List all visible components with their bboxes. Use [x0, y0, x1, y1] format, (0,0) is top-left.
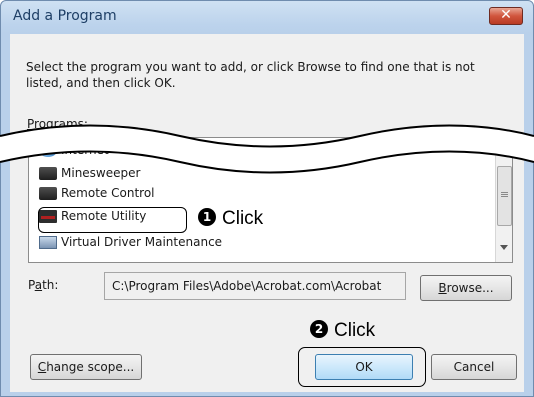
dialog-title: Add a Program: [13, 8, 117, 24]
break-wave-overlay: [0, 124, 534, 174]
step1-text: Click: [222, 208, 264, 229]
program-icon: [39, 187, 57, 200]
close-icon: ✕: [500, 7, 512, 23]
path-label: Path:: [28, 278, 59, 292]
instructions-text: Select the program you want to add, or c…: [26, 60, 475, 90]
title-bar: Add a Program ✕: [1, 1, 533, 34]
wave-fill: [0, 125, 534, 173]
step2-text: Click: [334, 320, 376, 341]
cancel-button[interactable]: Cancel: [431, 354, 517, 380]
browse-button[interactable]: Browse...: [420, 275, 512, 301]
grip-icon: [501, 192, 508, 193]
change-scope-button[interactable]: Change scope...: [30, 354, 142, 380]
virtual-driver-icon: [39, 236, 57, 249]
close-button[interactable]: ✕: [489, 7, 523, 25]
scroll-down-icon[interactable]: [500, 245, 508, 250]
step1-callout: 1 Click: [198, 207, 264, 230]
step1-number-icon: 1: [198, 207, 216, 226]
step2-number-icon: 2: [310, 319, 328, 338]
step2-callout: 2 Click: [310, 319, 376, 342]
remote-utility-highlight: [38, 207, 187, 233]
path-field[interactable]: C:\Program Files\Adobe\Acrobat.com\Acrob…: [104, 272, 406, 300]
ok-highlight: [298, 347, 426, 387]
path-value: C:\Program Files\Adobe\Acrobat.com\Acrob…: [112, 279, 382, 293]
